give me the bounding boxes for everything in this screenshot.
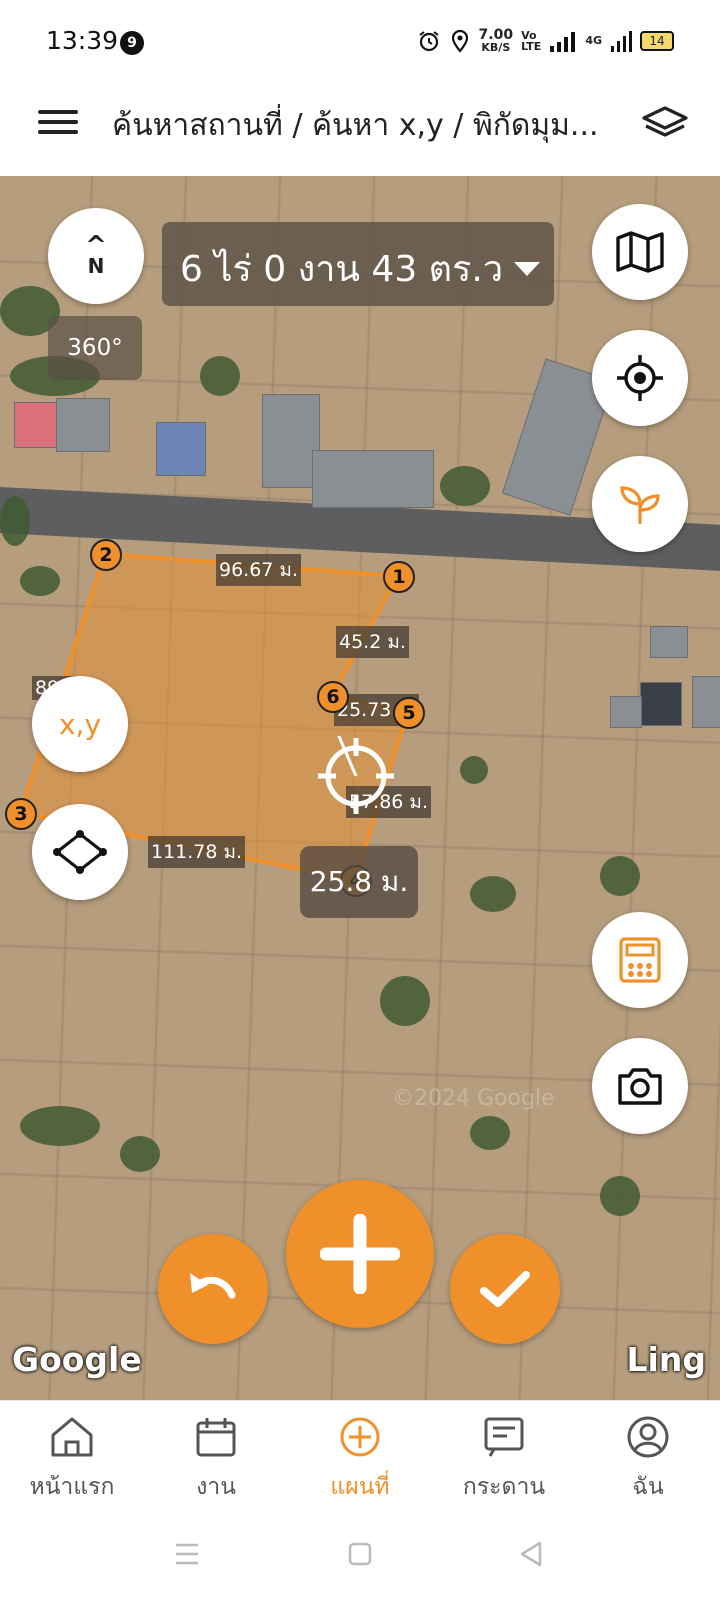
add-point-button[interactable] [286,1180,434,1328]
distance-label: 96.67 ม. [216,554,301,586]
bottom-navigation: หน้าแรก งาน แผนที่ กระดาน ฉัน [0,1400,720,1521]
distance-label: 45.2 ม. [336,626,409,658]
status-time: 13:39 [46,26,119,55]
notification-count-badge: 9 [120,31,144,55]
back-icon[interactable] [518,1540,544,1568]
calendar-icon [196,1418,236,1457]
map-copyright: ©2024 Google [392,1086,555,1111]
polygon-tool-button[interactable] [32,804,128,900]
polygon-icon [53,830,107,874]
board-icon [484,1417,524,1457]
view-360-button[interactable]: 360° [48,316,142,380]
layers-icon[interactable] [640,104,690,144]
vertex-marker[interactable]: 2 [90,539,122,571]
location-icon [451,29,468,53]
distance-label: 111.78 ม. [148,836,246,868]
confirm-button[interactable] [450,1234,560,1344]
plus-icon [320,1214,400,1294]
sprout-icon [620,486,660,524]
crosshair-icon [318,736,394,814]
undo-button[interactable] [158,1234,268,1344]
checkmark-icon [480,1271,530,1307]
chevron-down-icon [514,262,540,276]
camera-button[interactable] [592,1038,688,1134]
app-bar: ค้นหาสถานที่ / ค้นหา x,y / พิกัดมุม... [0,88,720,176]
system-navigation-bar [0,1520,720,1600]
compass-button[interactable]: ^ N [48,208,144,304]
ling-logo: Ling [626,1340,706,1379]
nav-label: กระดาน [462,1474,546,1500]
compass-arrow-icon: ^ [85,231,107,261]
nav-item-map[interactable]: แผนที่ [288,1401,432,1521]
undo-icon [190,1273,236,1299]
vertex-marker[interactable]: 1 [383,561,415,593]
home-button-icon[interactable] [348,1542,372,1566]
nav-item-profile[interactable]: ฉัน [576,1401,720,1521]
signal-icon [550,31,576,52]
camera-icon [618,1068,662,1105]
area-summary-dropdown[interactable]: 6 ไร่ 0 งาน 43 ตร.ว [162,222,554,306]
nav-label: หน้าแรก [29,1474,115,1500]
status-bar: 13:39 9 7.00 KB/S Vo LTE 4G 14 [0,0,720,88]
target-icon [617,355,663,401]
nav-label: แผนที่ [330,1474,390,1500]
signal-icon-2 [611,30,632,52]
vertex-marker[interactable]: 6 [317,681,349,713]
nav-label: งาน [196,1474,236,1500]
nav-item-home[interactable]: หน้าแรก [0,1401,144,1521]
battery-indicator: 14 [640,30,674,51]
search-title[interactable]: ค้นหาสถานที่ / ค้นหา x,y / พิกัดมุม... [112,102,612,149]
hamburger-menu-icon[interactable] [38,104,78,144]
my-location-button[interactable] [592,330,688,426]
network-type: 4G [585,34,602,47]
net-speed: 7.00 KB/S [478,27,514,54]
vertex-marker[interactable]: 3 [5,798,37,830]
add-circle-icon [340,1417,380,1457]
compass-n-label: N [87,254,105,278]
nav-item-jobs[interactable]: งาน [144,1401,288,1521]
xy-label: x,y [58,707,102,741]
vertex-marker[interactable]: 5 [393,697,425,729]
crop-button[interactable] [592,456,688,552]
recent-apps-icon[interactable] [174,1542,200,1566]
google-logo: Google [12,1340,142,1379]
alarm-icon [418,30,439,51]
map-view[interactable]: 96.67 ม. 45.2 ม. 89.8 25.73 ม. 57.86 ม. … [0,176,720,1400]
home-icon [51,1417,93,1457]
xy-input-button[interactable]: x,y [32,676,128,772]
calculator-icon [619,937,661,983]
map-type-button[interactable] [592,204,688,300]
volte-indicator: Vo LTE [521,28,542,53]
user-icon [627,1416,669,1458]
area-value: 6 ไร่ 0 งาน 43 ตร.ว [180,249,504,290]
calculator-button[interactable] [592,912,688,1008]
current-measure-label: 25.8 ม. [300,846,418,918]
nav-item-board[interactable]: กระดาน [432,1401,576,1521]
status-icons: 7.00 KB/S Vo LTE 4G 14 [417,28,674,53]
nav-label: ฉัน [632,1474,664,1500]
map-icon [616,231,664,273]
